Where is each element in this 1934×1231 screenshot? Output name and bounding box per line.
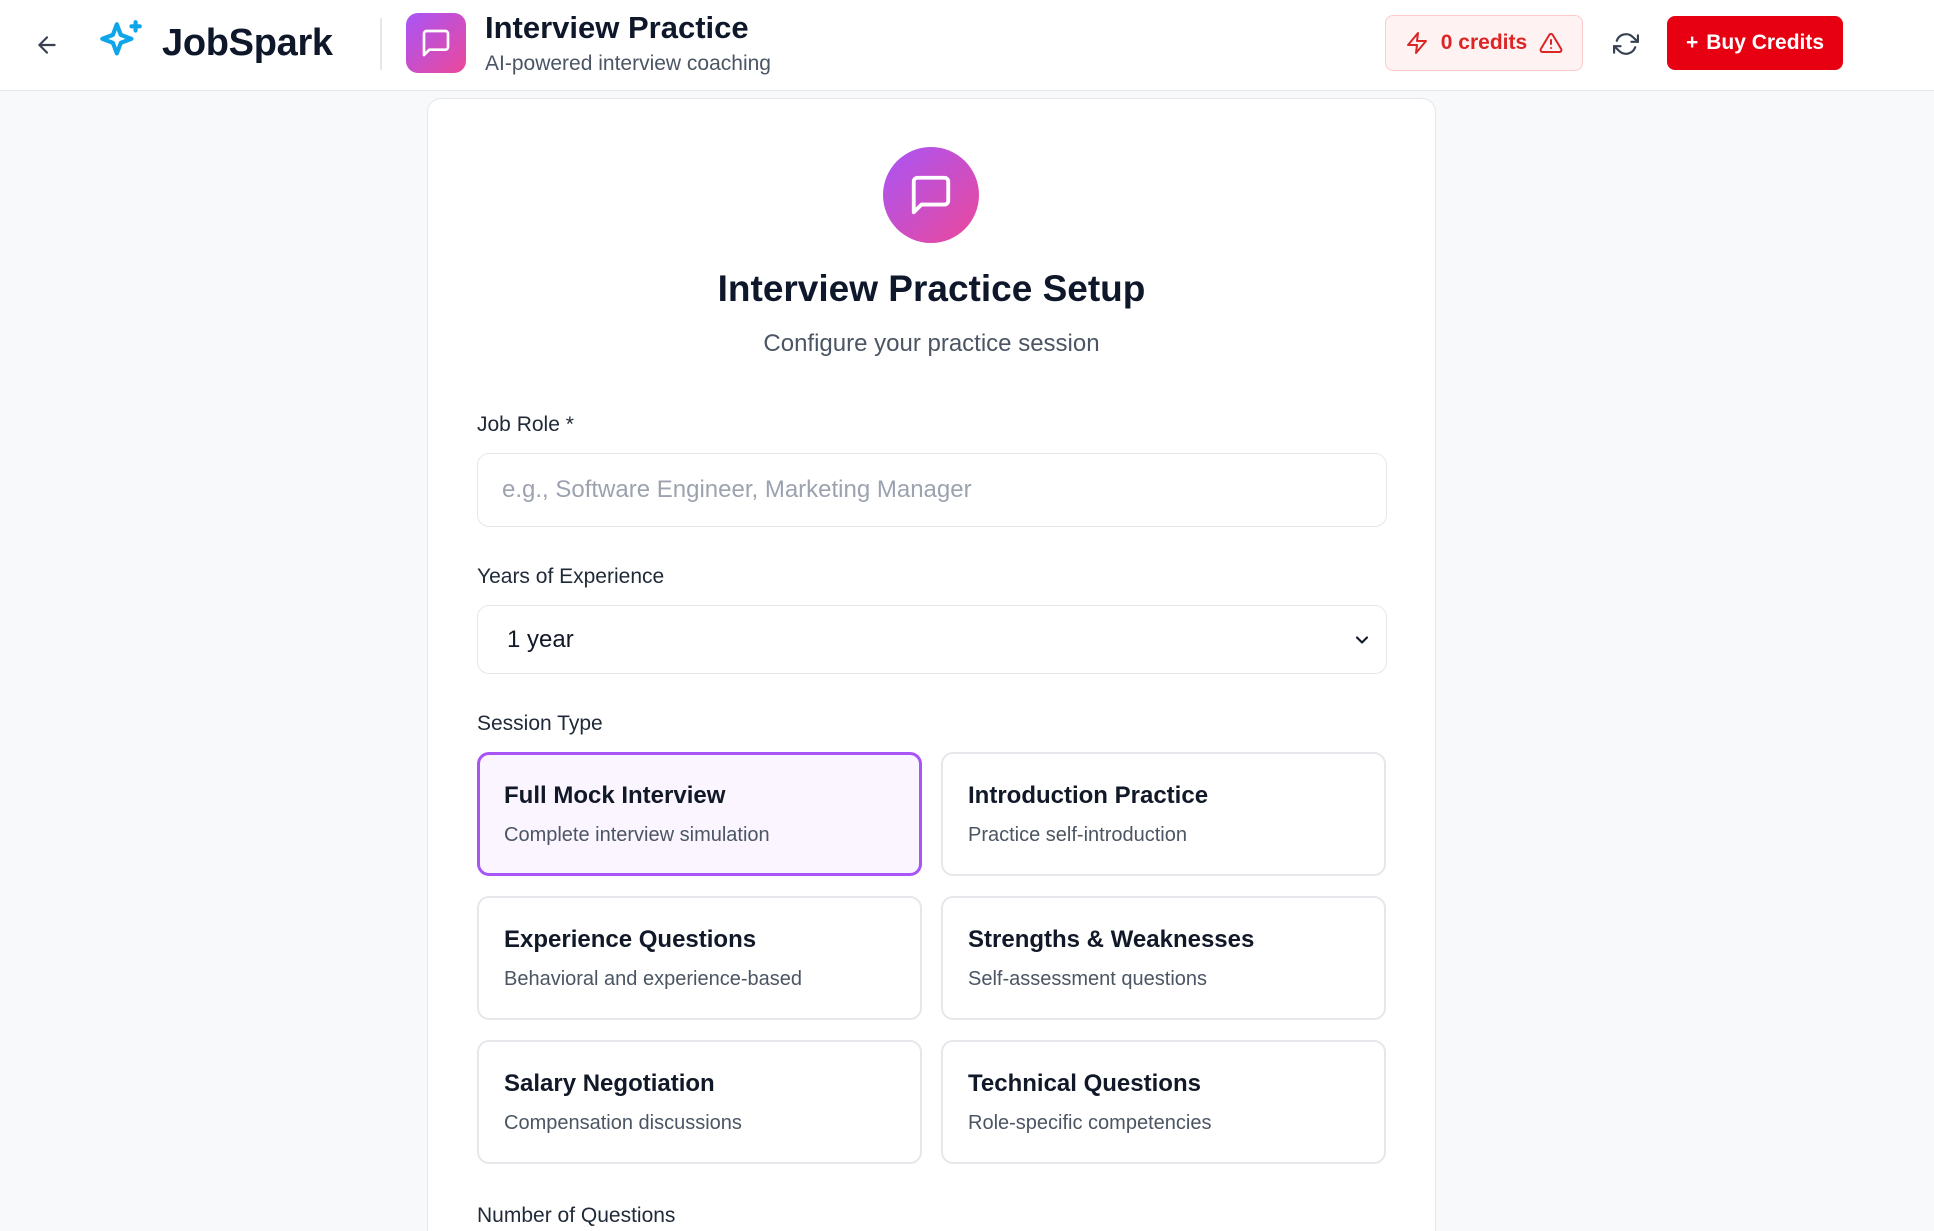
- session-option-introduction[interactable]: Introduction Practice Practice self-intr…: [941, 752, 1386, 876]
- header-divider: [380, 18, 382, 70]
- arrow-left-icon: [38, 36, 56, 54]
- session-option-full-mock[interactable]: Full Mock Interview Complete interview s…: [477, 752, 922, 876]
- session-option-title: Technical Questions: [968, 1070, 1201, 1097]
- session-option-desc: Practice self-introduction: [968, 824, 1187, 846]
- brand-logo[interactable]: JobSpark: [96, 18, 333, 68]
- setup-title: Interview Practice Setup: [717, 268, 1146, 309]
- session-option-title: Full Mock Interview: [504, 782, 726, 809]
- session-option-desc: Behavioral and experience-based: [504, 968, 802, 990]
- page-icon-badge: [406, 13, 466, 73]
- experience-select[interactable]: 1 year: [477, 605, 1387, 674]
- session-option-desc: Self-assessment questions: [968, 968, 1208, 990]
- session-option-title: Salary Negotiation: [504, 1070, 715, 1097]
- zap-icon: [1406, 32, 1427, 54]
- message-square-icon: [422, 29, 450, 57]
- session-option-title: Introduction Practice: [968, 782, 1209, 809]
- message-square-icon: [911, 175, 951, 215]
- refresh-icon: [1613, 33, 1639, 55]
- session-type-label: Session Type: [477, 712, 603, 735]
- credits-label: 0 credits: [1440, 31, 1528, 54]
- session-option-salary[interactable]: Salary Negotiation Compensation discussi…: [477, 1040, 922, 1164]
- session-option-desc: Role-specific competencies: [968, 1112, 1212, 1134]
- session-option-experience[interactable]: Experience Questions Behavioral and expe…: [477, 896, 922, 1020]
- session-option-desc: Complete interview simulation: [504, 824, 770, 846]
- refresh-button[interactable]: [1606, 24, 1646, 64]
- back-button[interactable]: [28, 26, 66, 64]
- job-role-input[interactable]: [477, 453, 1387, 527]
- experience-select-value: 1 year: [507, 625, 574, 653]
- session-option-technical[interactable]: Technical Questions Role-specific compet…: [941, 1040, 1386, 1164]
- top-header: JobSpark Interview Practice AI-powered i…: [0, 0, 1934, 91]
- session-option-title: Strengths & Weaknesses: [968, 926, 1255, 953]
- experience-label: Years of Experience: [477, 565, 665, 588]
- job-role-label: Job Role *: [477, 413, 574, 436]
- credits-badge[interactable]: 0 credits: [1385, 15, 1583, 71]
- session-option-title: Experience Questions: [504, 926, 757, 953]
- setup-subtitle: Configure your practice session: [763, 330, 1100, 357]
- plus-icon: +: [1685, 31, 1699, 54]
- sparkles-icon: [100, 20, 142, 56]
- buy-credits-button[interactable]: + Buy Credits: [1667, 16, 1843, 70]
- alert-triangle-icon: [1539, 32, 1563, 53]
- chevron-down-icon: [1355, 635, 1369, 644]
- session-option-desc: Compensation discussions: [504, 1112, 742, 1134]
- buy-credits-label: Buy Credits: [1706, 31, 1825, 54]
- num-questions-label: Number of Questions: [477, 1204, 676, 1227]
- brand-name: JobSpark: [162, 21, 333, 64]
- session-option-strengths[interactable]: Strengths & Weaknesses Self-assessment q…: [941, 896, 1386, 1020]
- hero-icon-badge: [883, 147, 979, 243]
- page-title: Interview Practice: [485, 10, 749, 45]
- page-subtitle: AI-powered interview coaching: [485, 52, 771, 75]
